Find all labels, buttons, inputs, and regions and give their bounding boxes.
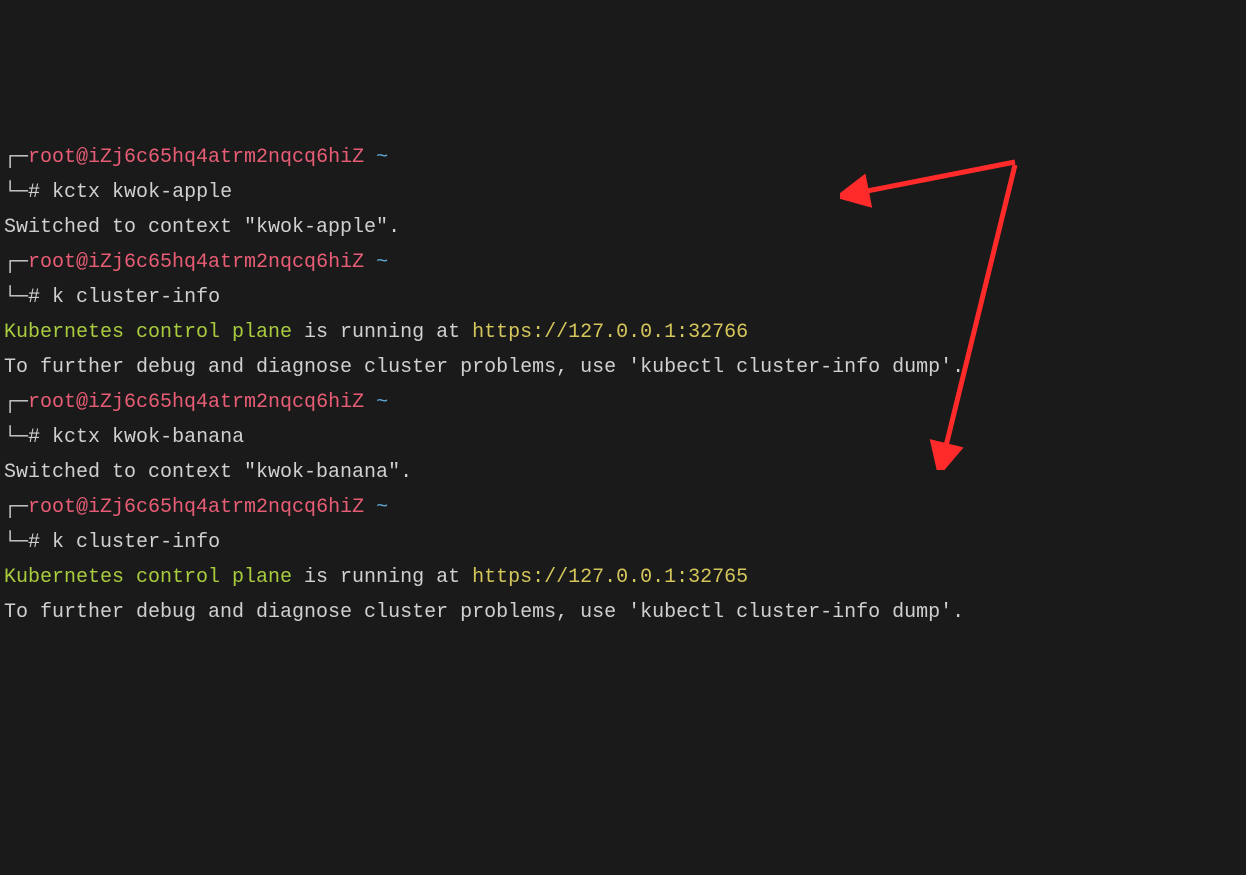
output-line: To further debug and diagnose cluster pr… <box>4 350 1242 385</box>
output-line: Switched to context "kwok-apple". <box>4 210 1242 245</box>
prompt-line-top: ┌─root@iZj6c65hq4atrm2nqcq6hiZ ~ <box>4 245 1242 280</box>
bracket-bot: └─ <box>4 426 28 449</box>
cluster-info-mid: is running at <box>292 321 472 344</box>
output-line: Switched to context "kwok-banana". <box>4 455 1242 490</box>
tilde: ~ <box>376 146 388 169</box>
hash: # <box>28 531 40 554</box>
bracket-top: ┌─ <box>4 391 28 414</box>
cluster-info-mid: is running at <box>292 566 472 589</box>
prompt-line-bot: └─# kctx kwok-banana <box>4 420 1242 455</box>
control-plane-url: https://127.0.0.1:32765 <box>472 566 748 589</box>
bracket-bot: └─ <box>4 286 28 309</box>
control-plane-label: Kubernetes control plane <box>4 566 292 589</box>
control-plane-url: https://127.0.0.1:32766 <box>472 321 748 344</box>
prompt-line-bot: └─# k cluster-info <box>4 280 1242 315</box>
user-host: root@iZj6c65hq4atrm2nqcq6hiZ <box>28 146 364 169</box>
command: k cluster-info <box>52 531 220 554</box>
control-plane-label: Kubernetes control plane <box>4 321 292 344</box>
command: kctx kwok-banana <box>52 426 244 449</box>
user-host: root@iZj6c65hq4atrm2nqcq6hiZ <box>28 496 364 519</box>
bracket-top: ┌─ <box>4 146 28 169</box>
cluster-info-line: Kubernetes control plane is running at h… <box>4 560 1242 595</box>
prompt-line-top: ┌─root@iZj6c65hq4atrm2nqcq6hiZ ~ <box>4 385 1242 420</box>
prompt-line-bot: └─# k cluster-info <box>4 525 1242 560</box>
hash: # <box>28 426 40 449</box>
hash: # <box>28 286 40 309</box>
tilde: ~ <box>376 251 388 274</box>
tilde: ~ <box>376 496 388 519</box>
bracket-bot: └─ <box>4 531 28 554</box>
command: kctx kwok-apple <box>52 181 232 204</box>
bracket-top: ┌─ <box>4 496 28 519</box>
hash: # <box>28 181 40 204</box>
tilde: ~ <box>376 391 388 414</box>
user-host: root@iZj6c65hq4atrm2nqcq6hiZ <box>28 391 364 414</box>
command: k cluster-info <box>52 286 220 309</box>
prompt-line-top: ┌─root@iZj6c65hq4atrm2nqcq6hiZ ~ <box>4 490 1242 525</box>
output-line: To further debug and diagnose cluster pr… <box>4 595 1242 630</box>
bracket-top: ┌─ <box>4 251 28 274</box>
prompt-line-top: ┌─root@iZj6c65hq4atrm2nqcq6hiZ ~ <box>4 140 1242 175</box>
user-host: root@iZj6c65hq4atrm2nqcq6hiZ <box>28 251 364 274</box>
prompt-line-bot: └─# kctx kwok-apple <box>4 175 1242 210</box>
cluster-info-line: Kubernetes control plane is running at h… <box>4 315 1242 350</box>
bracket-bot: └─ <box>4 181 28 204</box>
